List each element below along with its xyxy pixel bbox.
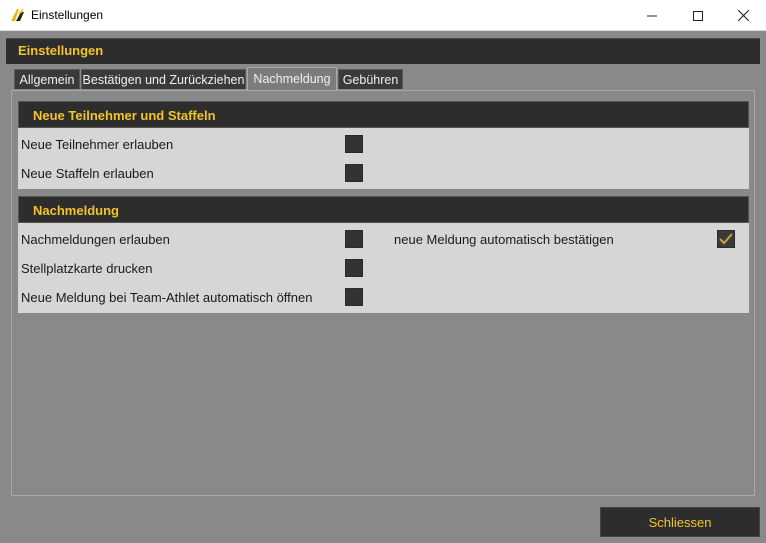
- tab-nachmeldung[interactable]: Nachmeldung: [247, 67, 337, 90]
- app-logo-icon: [9, 8, 25, 22]
- group-header: Neue Teilnehmer und Staffeln: [18, 101, 749, 128]
- auto-open-team-label: Neue Meldung bei Team-Athlet automatisch…: [21, 290, 313, 305]
- allow-late-entries-checkbox[interactable]: [345, 230, 363, 248]
- allow-new-relays-label: Neue Staffeln erlauben: [21, 166, 154, 181]
- group-new-participants: Neue Teilnehmer und Staffeln Neue Teilne…: [18, 101, 749, 189]
- tab-bestaetigen[interactable]: Bestätigen und Zurückziehen: [81, 69, 246, 89]
- tab-panel: Neue Teilnehmer und Staffeln Neue Teilne…: [11, 90, 755, 496]
- close-button[interactable]: [720, 0, 766, 31]
- auto-confirm-checkbox[interactable]: [717, 230, 735, 248]
- checkmark-icon: [719, 233, 733, 245]
- tab-allgemein[interactable]: Allgemein: [14, 69, 80, 89]
- tab-gebuehren[interactable]: Gebühren: [338, 69, 403, 89]
- group-title: Neue Teilnehmer und Staffeln: [33, 108, 216, 123]
- print-card-label: Stellplatzkarte drucken: [21, 261, 153, 276]
- print-card-checkbox[interactable]: [345, 259, 363, 277]
- group-header: Nachmeldung: [18, 196, 749, 223]
- minimize-button[interactable]: [629, 0, 675, 31]
- auto-confirm-label: neue Meldung automatisch bestätigen: [394, 232, 614, 247]
- dialog-content: Einstellungen Allgemein Bestätigen und Z…: [0, 31, 766, 543]
- page-title: Einstellungen: [18, 43, 104, 58]
- maximize-icon: [693, 10, 703, 21]
- close-dialog-button[interactable]: Schliessen: [600, 507, 760, 537]
- page-header: Einstellungen: [6, 38, 760, 64]
- maximize-button[interactable]: [675, 0, 721, 31]
- group-title: Nachmeldung: [33, 203, 119, 218]
- minimize-icon: [647, 15, 657, 16]
- allow-late-entries-label: Nachmeldungen erlauben: [21, 232, 170, 247]
- allow-new-participants-checkbox[interactable]: [345, 135, 363, 153]
- auto-open-team-checkbox[interactable]: [345, 288, 363, 306]
- window-title: Einstellungen: [31, 8, 104, 22]
- group-late-entry: Nachmeldung Nachmeldungen erlauben neue …: [18, 196, 749, 313]
- close-icon: [737, 10, 749, 21]
- window-titlebar: Einstellungen: [0, 0, 766, 31]
- allow-new-participants-label: Neue Teilnehmer erlauben: [21, 137, 174, 152]
- allow-new-relays-checkbox[interactable]: [345, 164, 363, 182]
